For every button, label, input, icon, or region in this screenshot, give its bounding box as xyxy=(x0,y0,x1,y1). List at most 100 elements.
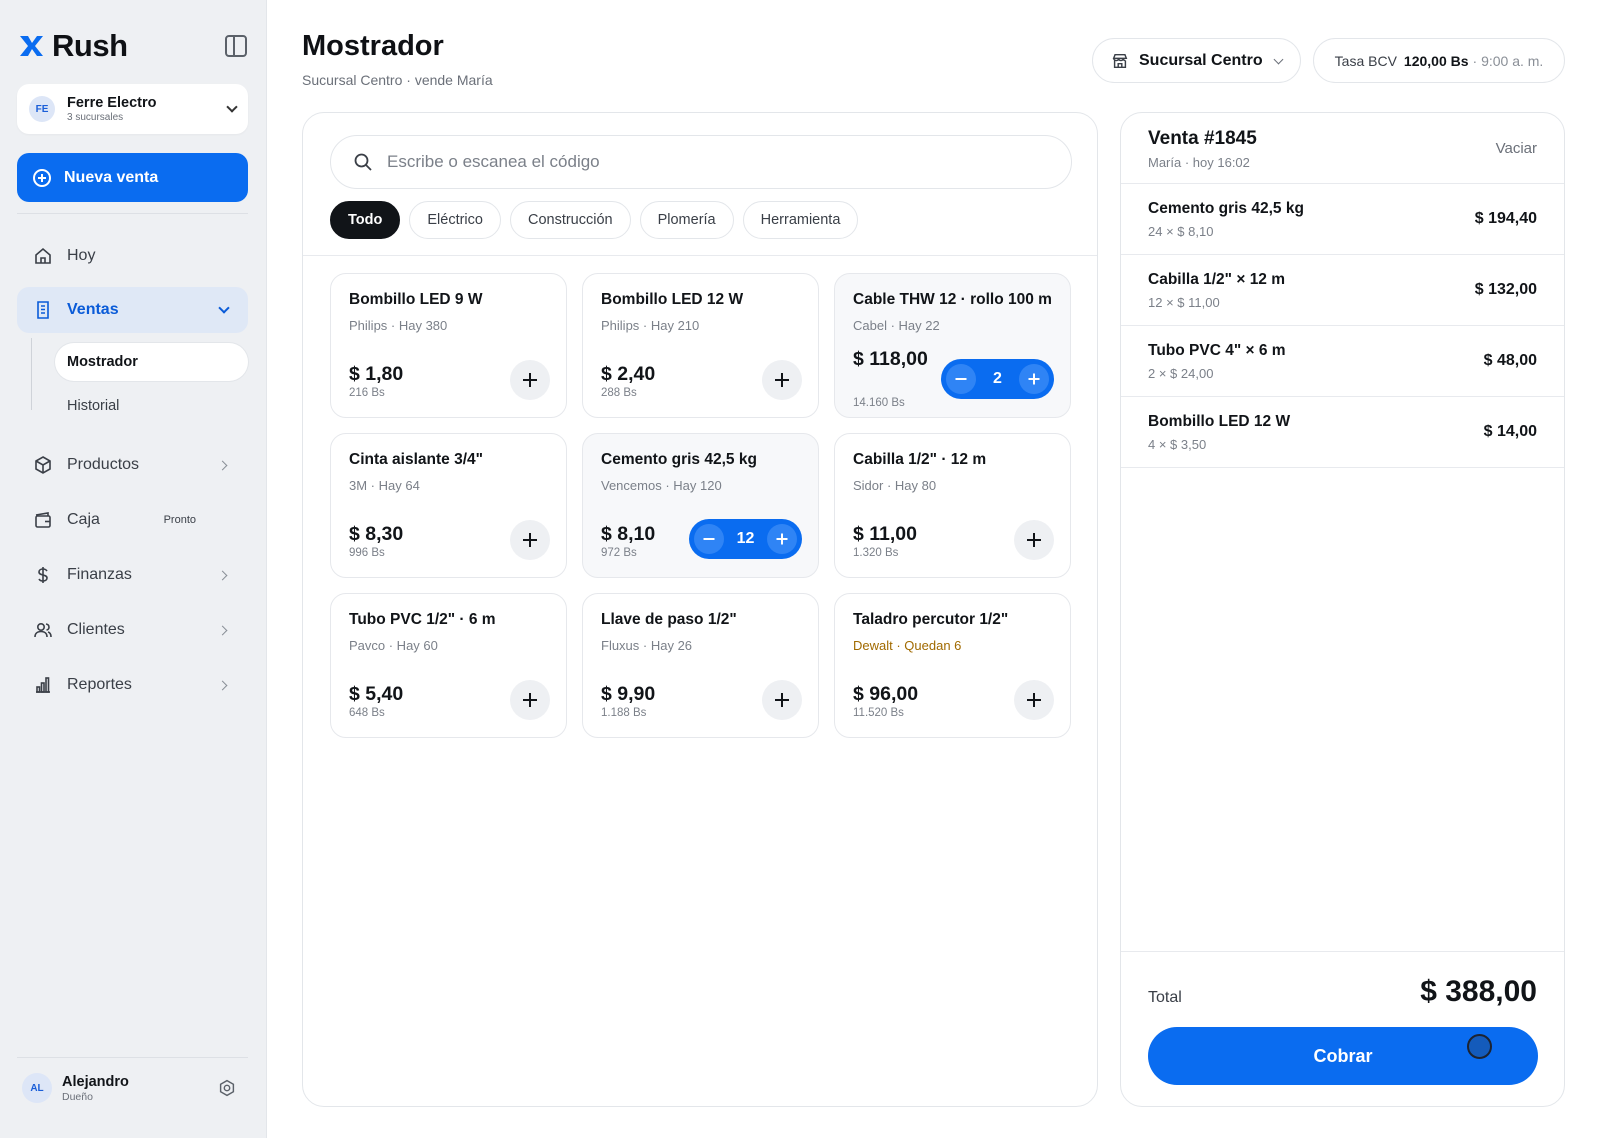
brand: Rush xyxy=(18,28,128,64)
product-price-bs: 972 Bs xyxy=(601,547,637,559)
sidebar-item-hoy[interactable]: Hoy xyxy=(17,233,248,279)
product-name: Llave de paso 1/2" xyxy=(601,611,737,628)
chevron-right-icon xyxy=(217,570,228,580)
clear-order-button[interactable]: Vaciar xyxy=(1496,140,1537,157)
subnav-item-historial[interactable]: Historial xyxy=(55,387,248,425)
chevron-right-icon xyxy=(217,625,228,635)
increment-button[interactable] xyxy=(1019,364,1049,394)
sidebar-item-label: Ventas xyxy=(67,301,119,318)
user-profile[interactable]: AL Alejandro Dueño xyxy=(22,1073,248,1103)
product-card[interactable]: Llave de paso 1/2" Fluxus · Hay 26 $ 9,9… xyxy=(582,593,819,738)
product-meta: Sidor · Hay 80 xyxy=(853,478,937,493)
gear-icon[interactable] xyxy=(218,1079,236,1097)
product-card[interactable]: Bombillo LED 9 W Philips · Hay 380 $ 1,8… xyxy=(330,273,567,418)
product-price: $ 118,00 xyxy=(853,348,928,370)
product-card[interactable]: Cable THW 12 · rollo 100 m Cabel · Hay 2… xyxy=(834,273,1071,418)
org-switcher[interactable]: FE Ferre Electro 3 sucursales xyxy=(17,84,248,134)
receipt-icon xyxy=(33,300,53,320)
exchange-rate-badge: Tasa BCV 120,00 Bs · 9:00 a. m. xyxy=(1313,38,1565,83)
sidebar-item-label: Reportes xyxy=(67,676,132,693)
product-meta: Fluxus · Hay 26 xyxy=(601,638,693,653)
filter-chip-herramienta[interactable]: Herramienta xyxy=(742,201,859,239)
sidebar-item-caja[interactable]: Caja Pronto xyxy=(17,497,248,543)
filter-chip-todo[interactable]: Todo xyxy=(330,201,401,239)
sidebar: Rush FE Ferre Electro 3 sucursales Nueva… xyxy=(0,0,267,1138)
sidebar-item-productos[interactable]: Productos xyxy=(17,442,248,488)
product-meta: Cabel · Hay 22 xyxy=(853,318,940,333)
user-role: Dueño xyxy=(62,1090,93,1103)
line-total: $ 48,00 xyxy=(1483,352,1537,369)
org-name: Ferre Electro xyxy=(67,95,157,111)
filter-chip-electrico[interactable]: Eléctrico xyxy=(409,201,501,239)
chevron-down-icon xyxy=(218,302,230,314)
product-price: $ 5,40 xyxy=(349,683,404,705)
avatar: AL xyxy=(22,1073,52,1103)
line-quantity: 4 × $ 3,50 xyxy=(1148,437,1207,452)
product-name: Cinta aislante 3/4" xyxy=(349,451,483,468)
org-avatar: FE xyxy=(29,96,55,122)
org-branch-count: 3 sucursales xyxy=(67,112,124,123)
line-product-name: Cemento gris 42,5 kg xyxy=(1148,200,1304,217)
line-product-name: Tubo PVC 4" × 6 m xyxy=(1148,342,1286,359)
add-to-cart-button[interactable] xyxy=(510,360,550,400)
search-input[interactable] xyxy=(387,152,1049,172)
product-card[interactable]: Cemento gris 42,5 kg Vencemos · Hay 120 … xyxy=(582,433,819,578)
product-card[interactable]: Bombillo LED 12 W Philips · Hay 210 $ 2,… xyxy=(582,273,819,418)
total-label: Total xyxy=(1148,989,1182,1006)
filter-chip-plomeria[interactable]: Plomería xyxy=(639,201,734,239)
order-line[interactable]: Tubo PVC 4" × 6 m 2 × $ 24,00 $ 48,00 xyxy=(1121,326,1564,397)
subnav-item-mostrador[interactable]: Mostrador xyxy=(55,343,248,381)
product-card[interactable]: Cabilla 1/2" · 12 m Sidor · Hay 80 $ 11,… xyxy=(834,433,1071,578)
product-card[interactable]: Tubo PVC 1/2" · 6 m Pavco · Hay 60 $ 5,4… xyxy=(330,593,567,738)
low-stock-meta: Dewalt · Quedan 6 xyxy=(853,638,962,653)
product-grid: Bombillo LED 9 W Philips · Hay 380 $ 1,8… xyxy=(330,273,1071,738)
decrement-button[interactable] xyxy=(694,524,724,554)
add-to-cart-button[interactable] xyxy=(762,680,802,720)
sidebar-item-label: Productos xyxy=(67,456,140,473)
new-sale-button[interactable]: Nueva venta xyxy=(17,153,248,202)
order-subtitle: María · hoy 16:02 xyxy=(1148,155,1250,170)
order-lines: Cemento gris 42,5 kg 24 × $ 8,10 $ 194,4… xyxy=(1121,183,1564,468)
plus-circle-icon xyxy=(33,168,51,187)
order-line[interactable]: Cemento gris 42,5 kg 24 × $ 8,10 $ 194,4… xyxy=(1121,184,1564,255)
sidebar-item-ventas[interactable]: Ventas xyxy=(17,287,248,333)
increment-button[interactable] xyxy=(766,524,797,554)
product-card[interactable]: Cinta aislante 3/4" 3M · Hay 64 $ 8,30 9… xyxy=(330,433,567,578)
sidebar-toggle-icon[interactable] xyxy=(225,35,247,57)
product-price: $ 11,00 xyxy=(853,523,917,545)
total-value: $ 388,00 xyxy=(1420,975,1537,1008)
line-quantity: 24 × $ 8,10 xyxy=(1148,224,1214,239)
quantity-stepper: 2 xyxy=(941,359,1054,399)
brand-name: Rush xyxy=(52,28,128,63)
order-line[interactable]: Bombillo LED 12 W 4 × $ 3,50 $ 14,00 xyxy=(1121,397,1564,468)
product-price-bs: 288 Bs xyxy=(601,387,637,399)
product-name: Bombillo LED 12 W xyxy=(601,291,744,308)
decrement-button[interactable] xyxy=(946,364,976,394)
sidebar-item-finanzas[interactable]: Finanzas xyxy=(17,552,248,598)
line-quantity: 12 × $ 11,00 xyxy=(1148,295,1220,310)
order-line[interactable]: Cabilla 1/2" × 12 m 12 × $ 11,00 $ 132,0… xyxy=(1121,255,1564,326)
filter-chip-construccion[interactable]: Construcción xyxy=(509,201,631,239)
users-icon xyxy=(33,620,53,640)
search-box[interactable] xyxy=(330,135,1072,189)
sidebar-item-clientes[interactable]: Clientes xyxy=(17,607,248,653)
bar-chart-icon xyxy=(33,675,53,695)
add-to-cart-button[interactable] xyxy=(1014,680,1054,720)
add-to-cart-button[interactable] xyxy=(762,360,802,400)
mouse-cursor xyxy=(1467,1034,1492,1059)
add-to-cart-button[interactable] xyxy=(510,680,550,720)
product-card[interactable]: Taladro percutor 1/2" Dewalt · Quedan 6 … xyxy=(834,593,1071,738)
page-title: Mostrador xyxy=(302,30,444,62)
line-product-name: Bombillo LED 12 W xyxy=(1148,413,1291,430)
rate-time: · 9:00 a. m. xyxy=(1472,52,1544,69)
sidebar-item-reportes[interactable]: Reportes xyxy=(17,662,248,708)
product-name: Bombillo LED 9 W xyxy=(349,291,483,308)
branch-selector[interactable]: Sucursal Centro xyxy=(1092,38,1301,83)
divider xyxy=(17,1057,248,1058)
line-total: $ 14,00 xyxy=(1483,423,1537,440)
product-name: Taladro percutor 1/2" xyxy=(853,611,1009,628)
add-to-cart-button[interactable] xyxy=(1014,520,1054,560)
product-meta: Philips · Hay 380 xyxy=(349,318,448,333)
product-meta: 3M · Hay 64 xyxy=(349,478,420,493)
add-to-cart-button[interactable] xyxy=(510,520,550,560)
